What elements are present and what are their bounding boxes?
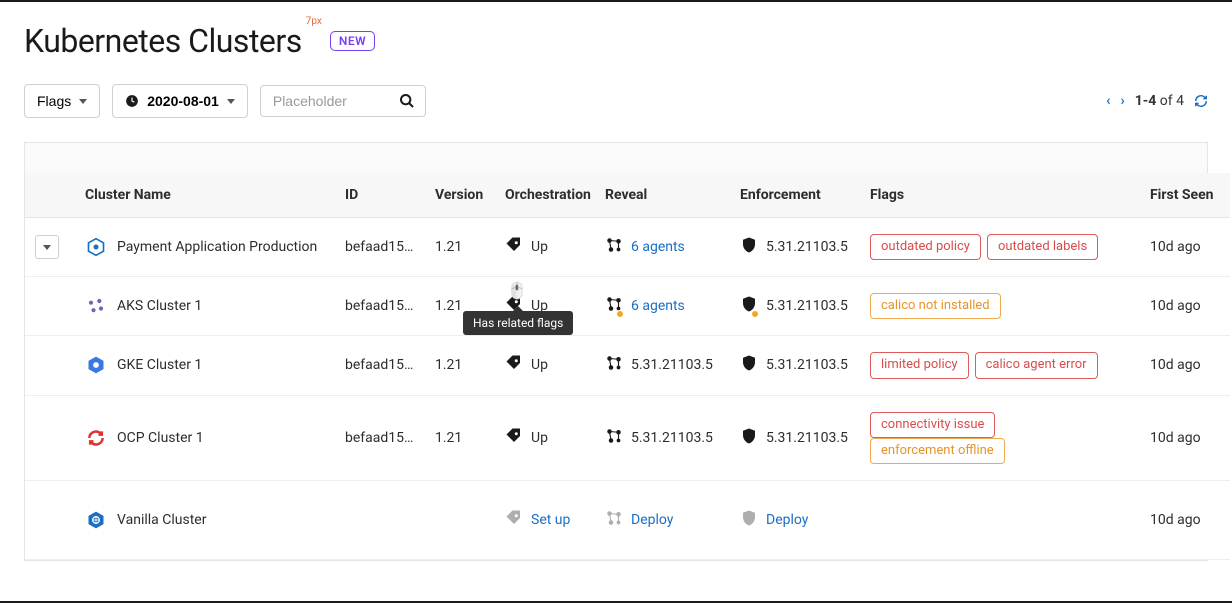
col-name: Cluster Name bbox=[75, 173, 335, 218]
enforcement-status[interactable]: Deploy bbox=[740, 509, 808, 531]
enforcement-status: 5.31.21103.5 bbox=[740, 295, 848, 317]
chevron-down-icon bbox=[227, 99, 235, 104]
flag-badge: calico agent error bbox=[975, 352, 1098, 378]
col-orchestration: Orchestration bbox=[495, 173, 595, 218]
flags-filter-label: Flags bbox=[37, 93, 71, 109]
table-row: Vanilla Cluster Set up Deploy Deploy 10d ago bbox=[25, 480, 1230, 559]
col-version: Version bbox=[425, 173, 495, 218]
col-first-seen: First Seen bbox=[1140, 173, 1230, 218]
cluster-name: GKE Cluster 1 bbox=[117, 357, 202, 373]
first-seen: 10d ago bbox=[1140, 336, 1230, 395]
orchestration-status: Up bbox=[505, 236, 548, 258]
flag-badge: enforcement offline bbox=[870, 438, 1005, 464]
tooltip: Has related flags bbox=[463, 311, 573, 335]
flag-badge: calico not installed bbox=[870, 293, 1001, 319]
reveal-status: 5.31.21103.5 bbox=[605, 427, 713, 449]
chevron-down-icon bbox=[43, 245, 51, 250]
enforcement-status: 5.31.21103.5 bbox=[740, 236, 848, 258]
first-seen: 10d ago bbox=[1140, 395, 1230, 480]
flags-cell: outdated policyoutdated labels bbox=[860, 218, 1140, 277]
reveal-status[interactable]: Deploy bbox=[605, 509, 673, 531]
pagination: ‹ › 1-4 of 4 bbox=[1106, 93, 1208, 109]
enforcement-status: 5.31.21103.5 bbox=[740, 427, 848, 449]
clock-icon bbox=[125, 94, 139, 108]
reveal-status[interactable]: 6 agents bbox=[605, 236, 685, 258]
orchestration-status[interactable]: Set up bbox=[505, 509, 570, 531]
orchestration-status: Up bbox=[505, 354, 548, 376]
clusters-table: Cluster Name ID Version Orchestration Re… bbox=[25, 173, 1230, 560]
table-row: AKS Cluster 1befaad15…1.21Up🖱️Has relate… bbox=[25, 277, 1230, 336]
chevron-down-icon bbox=[79, 99, 87, 104]
cluster-type-icon bbox=[85, 354, 107, 376]
cluster-type-icon bbox=[85, 427, 107, 449]
px-annotation: 7px bbox=[306, 16, 322, 27]
cluster-id: befaad15… bbox=[335, 336, 425, 395]
flag-badge: limited policy bbox=[870, 352, 969, 378]
flags-cell: connectivity issueenforcement offline bbox=[860, 395, 1140, 480]
cluster-version: 1.21 bbox=[425, 218, 495, 277]
flags-cell bbox=[860, 480, 1140, 559]
cluster-name: Payment Application Production bbox=[117, 239, 317, 255]
page-title: Kubernetes Clusters bbox=[24, 22, 302, 60]
search-icon bbox=[399, 93, 415, 109]
first-seen: 10d ago bbox=[1140, 277, 1230, 336]
col-reveal: Reveal bbox=[595, 173, 730, 218]
cluster-id bbox=[335, 480, 425, 559]
orchestration-status: Up bbox=[505, 427, 548, 449]
cluster-name: Vanilla Cluster bbox=[117, 512, 206, 528]
flags-filter-button[interactable]: Flags bbox=[24, 84, 100, 118]
table-row: Payment Application Productionbefaad15…1… bbox=[25, 218, 1230, 277]
flag-badge: outdated policy bbox=[870, 234, 981, 260]
cluster-name: OCP Cluster 1 bbox=[117, 430, 204, 446]
cluster-version: 1.21 bbox=[425, 336, 495, 395]
date-filter-button[interactable]: 2020-08-01 bbox=[112, 84, 248, 118]
first-seen: 10d ago bbox=[1140, 218, 1230, 277]
flag-badge: outdated labels bbox=[987, 234, 1098, 260]
prev-page-button[interactable]: ‹ bbox=[1106, 93, 1110, 109]
flags-cell: calico not installed bbox=[860, 277, 1140, 336]
flags-cell: limited policycalico agent error bbox=[860, 336, 1140, 395]
page-range: 1-4 bbox=[1135, 93, 1157, 109]
cluster-version: 1.21 bbox=[425, 395, 495, 480]
reveal-status[interactable]: 6 agents bbox=[605, 295, 685, 317]
cluster-id: befaad15… bbox=[335, 277, 425, 336]
enforcement-status: 5.31.21103.5 bbox=[740, 354, 848, 376]
cluster-type-icon bbox=[85, 509, 107, 531]
cluster-name: AKS Cluster 1 bbox=[117, 298, 202, 314]
cluster-id: befaad15… bbox=[335, 395, 425, 480]
refresh-button[interactable] bbox=[1194, 94, 1208, 108]
next-page-button[interactable]: › bbox=[1120, 93, 1124, 109]
table-row: GKE Cluster 1 befaad15…1.21 Up 5.31.21103.5… bbox=[25, 336, 1230, 395]
date-filter-label: 2020-08-01 bbox=[147, 93, 219, 109]
first-seen: 10d ago bbox=[1140, 480, 1230, 559]
col-enforcement: Enforcement bbox=[730, 173, 860, 218]
search-input[interactable] bbox=[271, 92, 391, 110]
cluster-version bbox=[425, 480, 495, 559]
col-flags: Flags bbox=[860, 173, 1140, 218]
reveal-status: 5.31.21103.5 bbox=[605, 354, 713, 376]
cluster-type-icon bbox=[85, 295, 107, 317]
search-input-wrap[interactable] bbox=[260, 85, 426, 117]
cluster-type-icon bbox=[85, 236, 107, 258]
page-total: 4 bbox=[1176, 93, 1184, 109]
table-row: OCP Cluster 1 befaad15…1.21 Up 5.31.21103.5… bbox=[25, 395, 1230, 480]
of-label: of bbox=[1160, 93, 1173, 109]
col-id: ID bbox=[335, 173, 425, 218]
expand-row-button[interactable] bbox=[35, 235, 59, 259]
flag-badge: connectivity issue bbox=[870, 412, 995, 438]
cluster-id: befaad15… bbox=[335, 218, 425, 277]
new-badge: NEW bbox=[330, 31, 375, 51]
